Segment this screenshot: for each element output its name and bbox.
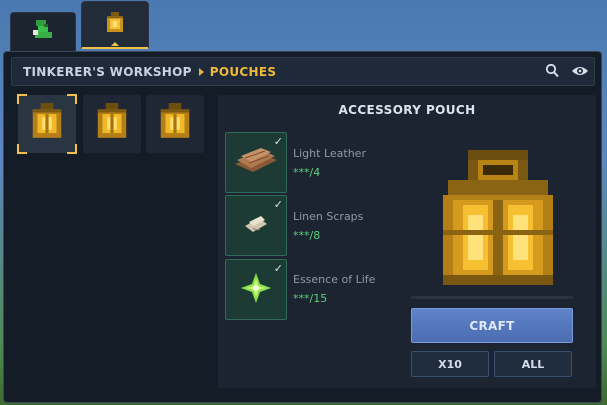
recipe-slot-pouch-3[interactable] bbox=[146, 95, 204, 153]
ingredient-slot-essence-of-life[interactable]: ✓ bbox=[225, 259, 287, 320]
linen-scraps-icon bbox=[239, 210, 273, 242]
active-tab-caret bbox=[111, 42, 119, 46]
tab-boots[interactable] bbox=[10, 12, 76, 51]
ingredient-name: Light Leather bbox=[293, 147, 366, 160]
selection-corner bbox=[17, 144, 27, 154]
tab-pouches[interactable] bbox=[81, 1, 149, 49]
ingredient-count: ***/4 bbox=[293, 166, 321, 179]
ingredient-count: ***/8 bbox=[293, 229, 321, 242]
breadcrumb-root[interactable]: TINKERER'S WORKSHOP bbox=[23, 65, 192, 79]
pouch-icon bbox=[103, 10, 127, 40]
crafting-window: TINKERER'S WORKSHOP POUCHES ACCESSORY PO… bbox=[3, 51, 602, 403]
recipe-slot-accessory-pouch[interactable] bbox=[17, 94, 77, 154]
recipe-detail-panel: ACCESSORY POUCH ✓ Light Leather ***/4 ✓ bbox=[218, 95, 596, 388]
craft-button[interactable]: CRAFT bbox=[411, 308, 573, 343]
breadcrumb-separator-icon bbox=[198, 67, 204, 76]
recipe-title: ACCESSORY POUCH bbox=[338, 103, 476, 117]
checkmark-icon: ✓ bbox=[273, 198, 283, 211]
selection-corner bbox=[67, 94, 77, 104]
checkmark-icon: ✓ bbox=[273, 135, 283, 148]
breadcrumb-current: POUCHES bbox=[209, 64, 277, 79]
pouch-icon bbox=[93, 101, 131, 147]
selection-corner bbox=[67, 144, 77, 154]
boot-icon bbox=[30, 17, 56, 47]
ingredient-slot-light-leather[interactable]: ✓ bbox=[225, 132, 287, 193]
leather-icon bbox=[231, 144, 281, 182]
recipe-slot-pouch-2[interactable] bbox=[83, 95, 141, 153]
eye-icon[interactable] bbox=[571, 63, 589, 79]
pouch-icon bbox=[28, 101, 66, 147]
divider bbox=[411, 296, 573, 299]
ingredient-count: ***/15 bbox=[293, 292, 328, 305]
checkmark-icon: ✓ bbox=[273, 262, 283, 275]
search-icon[interactable] bbox=[544, 63, 562, 79]
pouch-icon bbox=[156, 101, 194, 147]
item-preview bbox=[423, 145, 573, 295]
ingredient-slot-linen-scraps[interactable]: ✓ bbox=[225, 195, 287, 256]
essence-icon bbox=[239, 271, 273, 309]
craft-all-button[interactable]: ALL bbox=[494, 351, 572, 377]
ingredient-name: Essence of Life bbox=[293, 273, 376, 286]
window-header: TINKERER'S WORKSHOP POUCHES bbox=[11, 57, 595, 86]
selection-corner bbox=[17, 94, 27, 104]
recipe-list bbox=[16, 94, 212, 388]
ingredient-name: Linen Scraps bbox=[293, 210, 364, 223]
craft-x10-button[interactable]: X10 bbox=[411, 351, 489, 377]
